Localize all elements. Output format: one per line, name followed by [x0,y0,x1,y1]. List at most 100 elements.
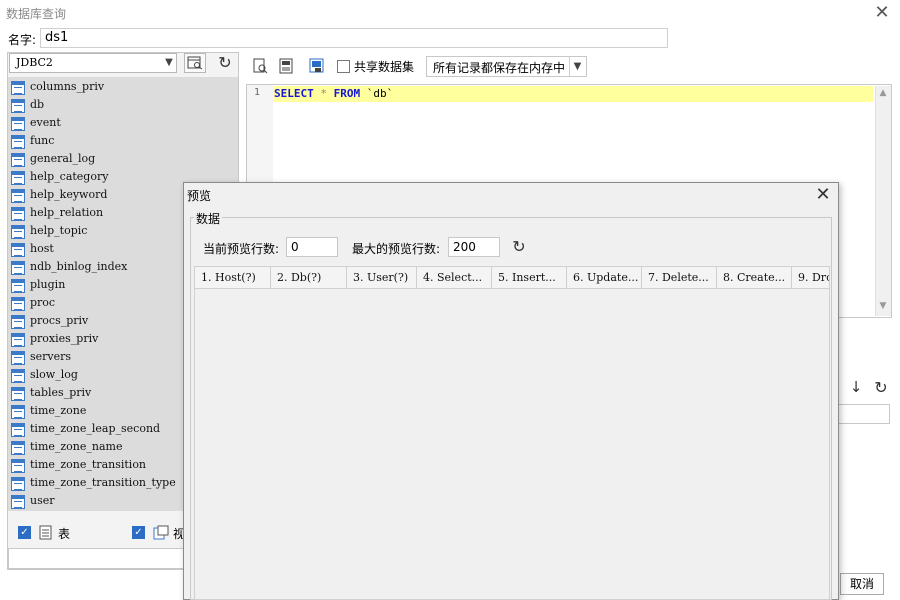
table-name: event [30,116,61,129]
table-icon [11,135,25,149]
table-name: procs_priv [30,314,89,327]
table-icon [11,441,25,455]
connection-select[interactable]: JDBC2 ▼ [9,53,177,73]
table-type-icon [39,525,52,540]
table-icon [11,225,25,239]
parameter-icon[interactable] [309,58,325,74]
view-filter-checkbox[interactable]: ✓ [132,526,145,539]
view-type-icon [153,525,169,540]
grid-column-header[interactable]: 7. Delete... [642,267,717,288]
table-name: time_zone [30,404,87,417]
table-name: time_zone_leap_second [30,422,161,435]
data-group-label: 数据 [194,210,223,227]
sql-keyword-select: SELECT [274,87,314,100]
table-icon [11,243,25,257]
shared-dataset-label: 共享数据集 [354,60,415,74]
table-icon [11,495,25,509]
table-name: help_topic [30,224,88,237]
grid-header: 1. Host(?) 2. Db(?) 3. User(?) 4. Select...… [195,267,829,289]
line-number: 1 [254,87,261,98]
table-filter-checkbox[interactable]: ✓ [18,526,31,539]
table-name: help_relation [30,206,104,219]
name-input[interactable]: ds1 [40,28,668,48]
table-name: columns_priv [30,80,105,93]
name-label: 名字: [8,33,37,47]
sql-text[interactable]: SELECT * FROM `db` [274,87,393,100]
chevron-down-icon[interactable]: ▼ [569,57,585,76]
table-name: tables_priv [30,386,92,399]
table-icon [11,189,25,203]
table-name: host [30,242,54,255]
connection-select-value: JDBC2 [16,56,53,69]
grid-column-header[interactable]: 9. Dro [792,267,829,288]
param-value-input[interactable] [838,404,890,424]
sql-star: * [320,87,327,100]
preview-table-icon[interactable] [184,53,206,73]
max-rows-input[interactable]: 200 [448,237,500,257]
table-list-item[interactable]: general_log [8,151,238,169]
table-name: help_keyword [30,188,108,201]
grid-column-header[interactable]: 3. User(?) [347,267,417,288]
current-rows-field[interactable]: 0 [286,237,338,257]
table-icon [11,477,25,491]
table-list-item[interactable]: event [8,115,238,133]
table-name: general_log [30,152,96,165]
table-list-item[interactable]: func [8,133,238,151]
table-name: help_category [30,170,109,183]
table-icon [11,315,25,329]
table-icon [11,351,25,365]
table-icon [11,81,25,95]
table-icon [11,99,25,113]
current-rows-label: 当前预览行数: [203,242,280,256]
preview-grid[interactable] [194,266,830,600]
table-name: ndb_binlog_index [30,260,128,273]
editor-scrollbar[interactable] [875,86,891,316]
table-icon [11,279,25,293]
memory-mode-select[interactable]: 所有记录都保存在内存中 ▼ [426,56,587,77]
table-icon [11,171,25,185]
dialog-title: 预览 [187,189,212,203]
memory-mode-value: 所有记录都保存在内存中 [433,61,566,75]
grid-column-header[interactable]: 8. Create... [717,267,792,288]
sql-file-icon[interactable] [278,58,294,74]
table-name: func [30,134,55,147]
table-name: proc [30,296,56,309]
table-icon [11,459,25,473]
table-icon [11,423,25,437]
query-design-icon[interactable] [252,58,268,74]
refresh-icon[interactable]: ↻ [872,378,890,398]
table-icon [11,369,25,383]
table-list-item[interactable]: db [8,97,238,115]
max-rows-label: 最大的预览行数: [352,242,441,256]
table-icon [11,387,25,401]
grid-column-header[interactable]: 1. Host(?) [195,267,271,288]
table-name: time_zone_transition [30,458,147,471]
grid-column-header[interactable]: 5. Insert... [492,267,567,288]
refresh-icon[interactable]: ↻ [510,237,528,257]
chevron-down-icon[interactable]: ▼ [162,55,176,71]
sql-keyword-from: FROM [333,87,361,100]
title-bar [0,0,900,26]
table-name: servers [30,350,72,363]
close-icon[interactable]: ✕ [872,3,892,23]
table-name: proxies_priv [30,332,99,345]
grid-column-header[interactable]: 6. Update... [567,267,642,288]
refresh-icon[interactable]: ↻ [214,53,236,73]
cancel-button[interactable]: 取消 [840,573,884,595]
table-filter-label: 表 [58,527,71,541]
table-name: time_zone_name [30,440,123,453]
table-icon [11,117,25,131]
arrow-down-icon[interactable]: ↓ [848,378,864,398]
grid-column-header[interactable]: 4. Select... [417,267,492,288]
table-icon [11,153,25,167]
scroll-up-icon[interactable]: ▲ [875,88,891,102]
table-icon [11,405,25,419]
table-list-item[interactable]: columns_priv [8,79,238,97]
close-icon[interactable]: ✕ [812,184,834,206]
grid-column-header[interactable]: 2. Db(?) [271,267,347,288]
table-name: time_zone_transition_type [30,476,176,489]
shared-dataset-checkbox[interactable] [337,60,350,73]
table-icon [11,297,25,311]
scroll-down-icon[interactable]: ▼ [875,301,891,315]
sql-table-name: `db` [366,87,394,100]
